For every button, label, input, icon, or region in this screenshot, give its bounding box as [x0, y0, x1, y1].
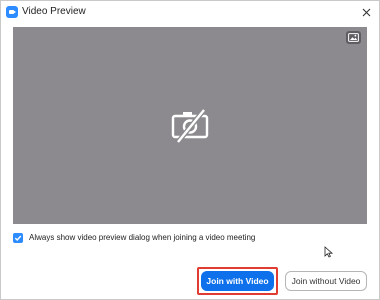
join-with-video-button[interactable]: Join with Video [201, 271, 274, 291]
join-without-video-button[interactable]: Join without Video [285, 271, 367, 291]
virtual-background-icon [348, 33, 359, 42]
checkmark-icon [14, 235, 22, 242]
always-show-preview-option[interactable]: Always show video preview dialog when jo… [13, 232, 255, 244]
window-title: Video Preview [22, 6, 86, 17]
always-show-preview-checkbox[interactable] [13, 233, 23, 243]
close-button[interactable] [359, 5, 373, 19]
zoom-app-icon [6, 6, 18, 18]
close-icon [362, 8, 370, 16]
video-camera-off-icon [171, 108, 209, 143]
video-preview-area [13, 27, 367, 224]
always-show-preview-label: Always show video preview dialog when jo… [29, 233, 256, 242]
mouse-cursor-icon [324, 246, 334, 258]
virtual-background-button[interactable] [346, 31, 361, 44]
video-preview-window: Video Preview Always show video preview … [0, 0, 380, 300]
title-bar: Video Preview [1, 1, 379, 23]
